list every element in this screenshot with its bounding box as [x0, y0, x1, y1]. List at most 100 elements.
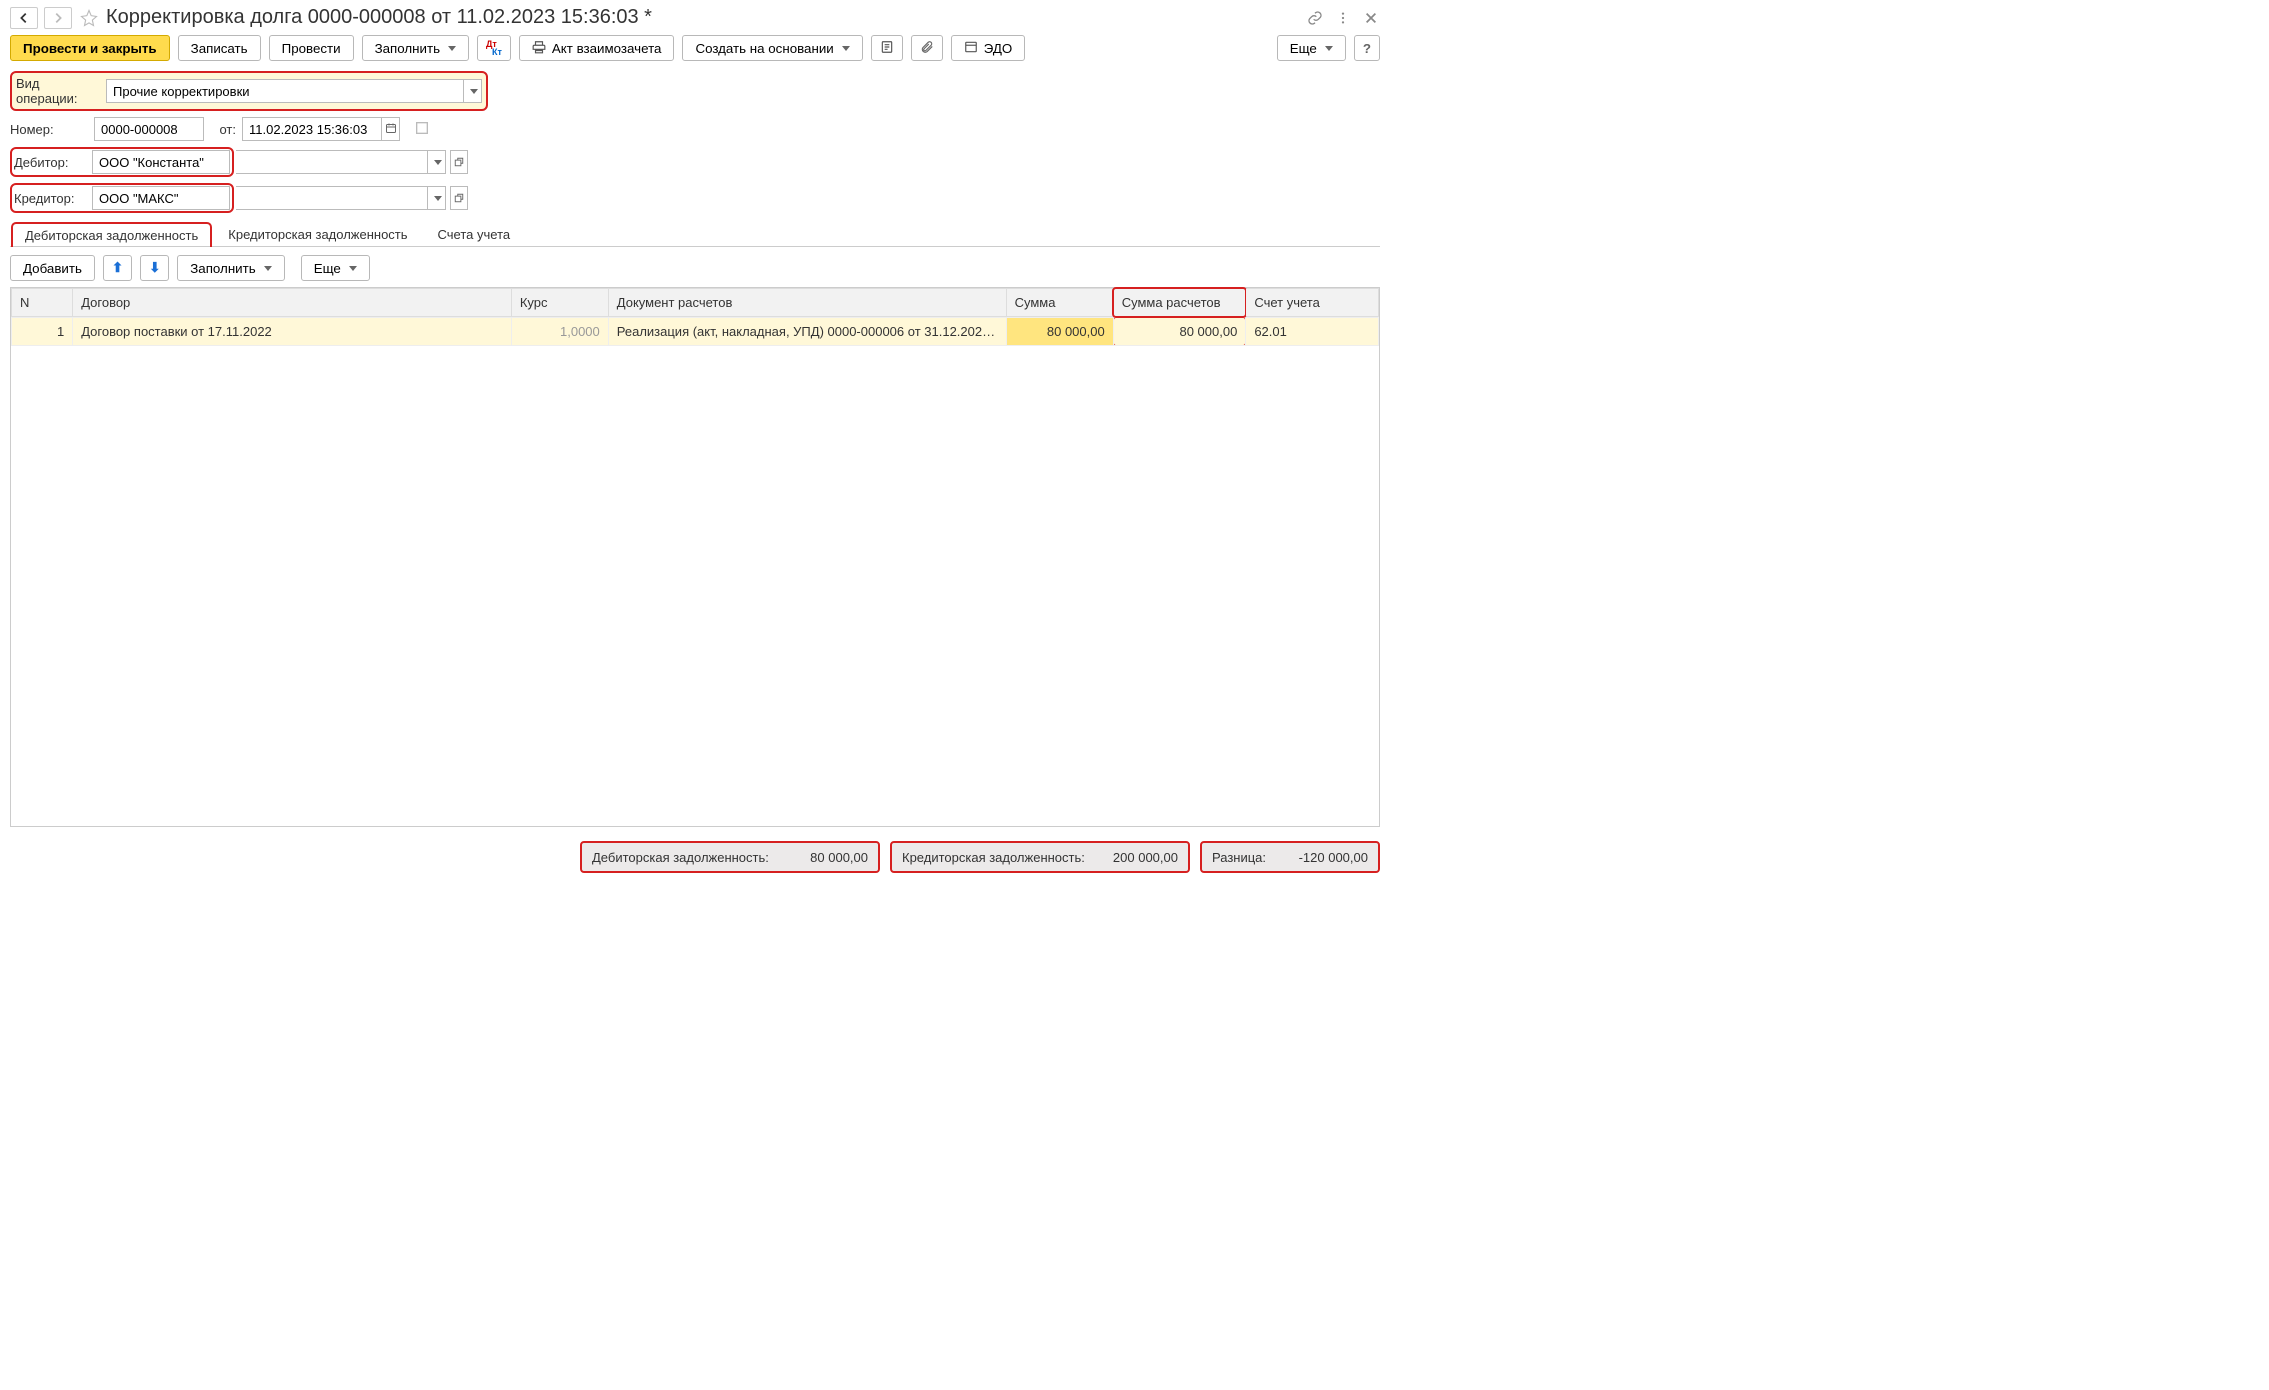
post-and-close-button[interactable]: Провести и закрыть — [10, 35, 170, 61]
chevron-down-icon — [434, 196, 442, 201]
dt-kt-button[interactable]: ДтКт — [477, 35, 511, 61]
debtor-open-button[interactable] — [450, 150, 468, 174]
nav-forward-button — [44, 7, 72, 29]
tab-debtor-debt-label: Дебиторская задолженность — [25, 228, 198, 243]
col-header-rate[interactable]: Курс — [511, 289, 608, 317]
debtor-input[interactable] — [236, 150, 428, 174]
col-header-contract[interactable]: Договор — [73, 289, 512, 317]
more-button[interactable]: Еще — [1277, 35, 1346, 61]
sheet-icon — [880, 40, 894, 57]
nav-back-button[interactable] — [10, 7, 38, 29]
op-type-input[interactable] — [106, 79, 464, 103]
chevron-down-icon — [264, 266, 272, 271]
favorite-star-icon[interactable] — [78, 7, 100, 29]
add-row-button[interactable]: Добавить — [10, 255, 95, 281]
chevron-down-icon — [470, 89, 478, 94]
number-input[interactable] — [94, 117, 204, 141]
arrow-up-icon: ⬆ — [112, 260, 123, 276]
open-icon — [454, 155, 464, 170]
chevron-down-icon — [1325, 46, 1333, 51]
post-label: Провести — [282, 41, 341, 56]
number-label: Номер: — [10, 122, 88, 137]
fill-label: Заполнить — [375, 41, 440, 56]
table-row[interactable]: 1 Договор поставки от 17.11.2022 1,0000 … — [12, 318, 1379, 346]
tab-debtor-debt[interactable]: Дебиторская задолженность — [10, 221, 213, 247]
total-debtor-value: 80 000,00 — [810, 850, 868, 865]
post-and-close-label: Провести и закрыть — [23, 41, 157, 56]
save-label: Записать — [191, 41, 248, 56]
total-creditor-debt: Кредиторская задолженность: 200 000,00 — [890, 841, 1190, 873]
tab-accounts[interactable]: Счета учета — [423, 221, 526, 247]
cell-doc[interactable]: Реализация (акт, накладная, УПД) 0000-00… — [608, 318, 1006, 346]
tab-accounts-label: Счета учета — [438, 227, 511, 242]
date-label: от: — [210, 122, 236, 137]
debt-grid[interactable]: N Договор Курс Документ расчетов Сумма С… — [10, 287, 1380, 827]
sheet-button[interactable] — [871, 35, 903, 61]
creditor-input[interactable] — [236, 186, 428, 210]
fill-button[interactable]: Заполнить — [362, 35, 469, 61]
creditor-input-hl — [92, 186, 230, 210]
tab-creditor-debt-label: Кредиторская задолженность — [228, 227, 407, 242]
paperclip-icon — [920, 40, 934, 57]
total-creditor-value: 200 000,00 — [1113, 850, 1178, 865]
creditor-label: Кредитор: — [14, 191, 86, 206]
fill-rows-label: Заполнить — [190, 261, 255, 276]
edo-button[interactable]: ЭДО — [951, 35, 1026, 61]
offset-act-button[interactable]: Акт взаимозачета — [519, 35, 675, 61]
debtor-dropdown[interactable] — [428, 150, 446, 174]
create-based-label: Создать на основании — [695, 41, 833, 56]
dt-kt-icon: ДтКт — [486, 40, 502, 56]
page-title: Корректировка долга 0000-000008 от 11.02… — [106, 6, 1300, 29]
move-down-button[interactable]: ⬇ — [140, 255, 169, 281]
cell-contract[interactable]: Договор поставки от 17.11.2022 — [73, 318, 512, 346]
edo-label: ЭДО — [984, 41, 1013, 56]
grid-more-label: Еще — [314, 261, 341, 276]
open-icon — [454, 191, 464, 206]
date-input[interactable] — [242, 117, 382, 141]
move-up-button[interactable]: ⬆ — [103, 255, 132, 281]
creditor-dropdown[interactable] — [428, 186, 446, 210]
total-diff-label: Разница: — [1212, 850, 1266, 865]
debtor-label: Дебитор: — [14, 155, 86, 170]
total-difference: Разница: -120 000,00 — [1200, 841, 1380, 873]
total-debtor-debt: Дебиторская задолженность: 80 000,00 — [580, 841, 880, 873]
cell-rate[interactable]: 1,0000 — [511, 318, 608, 346]
calendar-icon — [385, 122, 397, 137]
cell-sum[interactable]: 80 000,00 — [1006, 318, 1113, 346]
add-row-label: Добавить — [23, 261, 82, 276]
debtor-input-hl — [92, 150, 230, 174]
link-icon[interactable] — [1306, 9, 1324, 27]
tab-creditor-debt[interactable]: Кредиторская задолженность — [213, 221, 422, 247]
total-diff-value: -120 000,00 — [1299, 850, 1368, 865]
creditor-open-button[interactable] — [450, 186, 468, 210]
arrow-down-icon: ⬇ — [149, 260, 160, 276]
create-based-button[interactable]: Создать на основании — [682, 35, 862, 61]
col-header-acct[interactable]: Счет учета — [1246, 289, 1379, 317]
op-type-label: Вид операции: — [16, 76, 100, 106]
total-debtor-label: Дебиторская задолженность: — [592, 850, 769, 865]
save-button[interactable]: Записать — [178, 35, 261, 61]
offset-act-label: Акт взаимозачета — [552, 41, 662, 56]
edo-icon — [964, 40, 978, 57]
chevron-down-icon — [434, 160, 442, 165]
close-icon[interactable] — [1362, 9, 1380, 27]
col-header-sum[interactable]: Сумма — [1006, 289, 1113, 317]
cell-n[interactable]: 1 — [12, 318, 73, 346]
more-label: Еще — [1290, 41, 1317, 56]
chevron-down-icon — [842, 46, 850, 51]
post-button[interactable]: Провести — [269, 35, 354, 61]
cell-sumcalc[interactable]: 80 000,00 — [1113, 318, 1246, 346]
col-header-n[interactable]: N — [12, 289, 73, 317]
kebab-menu-icon[interactable] — [1334, 9, 1352, 27]
grid-more-button[interactable]: Еще — [301, 255, 370, 281]
help-button[interactable]: ? — [1354, 35, 1380, 61]
col-header-doc[interactable]: Документ расчетов — [608, 289, 1006, 317]
cell-acct[interactable]: 62.01 — [1246, 318, 1379, 346]
help-icon: ? — [1363, 41, 1371, 56]
op-type-dropdown[interactable] — [464, 79, 482, 103]
fill-rows-button[interactable]: Заполнить — [177, 255, 284, 281]
total-creditor-label: Кредиторская задолженность: — [902, 850, 1085, 865]
attach-button[interactable] — [911, 35, 943, 61]
col-header-sumcalc[interactable]: Сумма расчетов — [1113, 289, 1246, 317]
date-picker-button[interactable] — [382, 117, 400, 141]
